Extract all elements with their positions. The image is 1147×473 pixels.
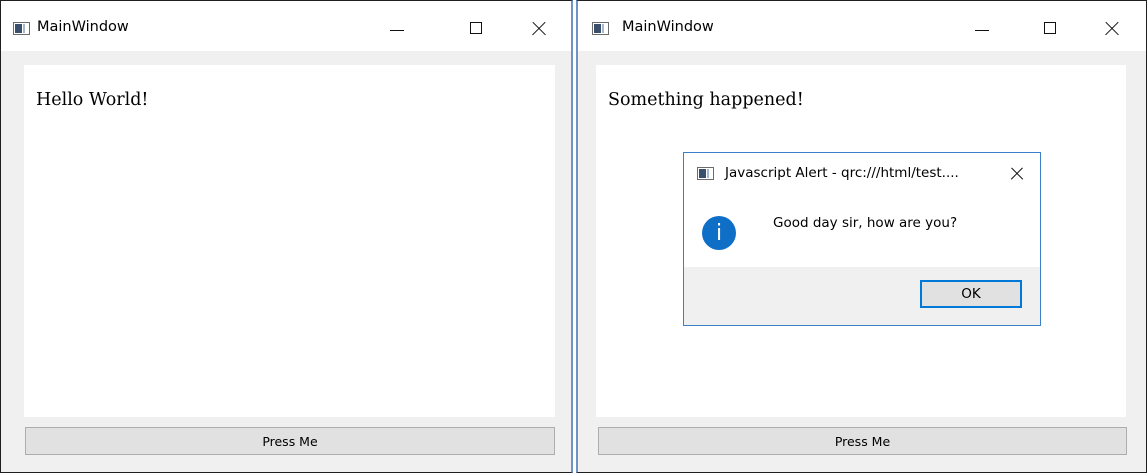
ok-button[interactable]: OK [920,280,1022,308]
javascript-alert-dialog: Javascript Alert - qrc:///html/test.... … [683,152,1041,326]
dialog-message: Good day sir, how are you? [773,215,958,231]
press-me-button[interactable]: Press Me [598,427,1127,455]
maximize-icon[interactable] [461,15,493,43]
web-view[interactable]: Hello World! [24,65,555,417]
info-icon: i [702,216,736,250]
title-bar[interactable]: MainWindow [1,1,571,51]
maximize-icon[interactable] [1035,15,1067,43]
dialog-title: Javascript Alert - qrc:///html/test.... [725,165,959,181]
web-content-text: Something happened! [608,90,804,110]
title-bar[interactable]: MainWindow [578,1,1146,51]
press-me-button[interactable]: Press Me [25,427,555,455]
app-icon [13,22,30,35]
close-icon[interactable] [523,15,555,43]
main-window-left: MainWindow Hello World! Press Me [0,0,573,473]
dialog-footer: OK [684,267,1040,325]
close-icon[interactable] [1096,15,1128,43]
app-icon [592,22,609,35]
dialog-title-bar[interactable]: Javascript Alert - qrc:///html/test.... [684,153,1040,197]
web-content-text: Hello World! [36,90,149,110]
minimize-icon[interactable] [967,15,999,43]
app-icon [697,167,714,180]
dialog-close-icon[interactable] [1004,161,1030,187]
window-title: MainWindow [37,19,129,35]
window-title: MainWindow [622,19,714,35]
minimize-icon[interactable] [382,15,414,43]
